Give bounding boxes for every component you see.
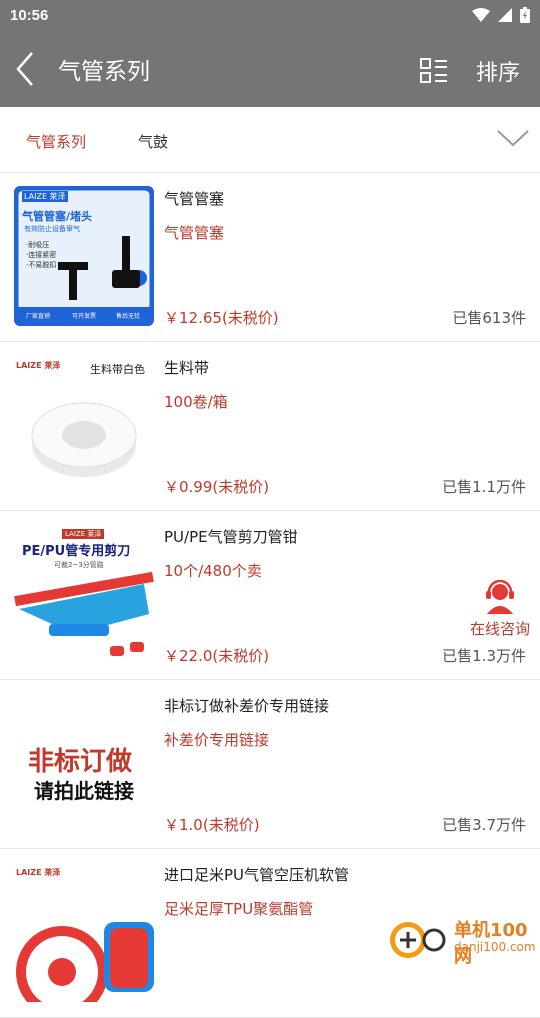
thumb-line1: 非标订做 [28, 747, 133, 777]
product-list: LAIZE 莱泽 气管管塞/堵头 有效防止设备窜气 ·耐吸压 ·连接紧密 ·不易… [0, 173, 540, 1018]
thumb-caption: 可裁2~3分管路 [54, 561, 104, 569]
thumb-badge: 可开发票 [72, 313, 97, 320]
signal-icon [498, 8, 512, 22]
thumb-headline: PE/PU管专用剪刀 [22, 544, 131, 559]
product-thumbnail: LAIZE 莱泽 气管管塞/堵头 有效防止设备窜气 ·耐吸压 ·连接紧密 ·不易… [14, 186, 154, 326]
product-title: 生料带 [164, 359, 210, 377]
wifi-icon [472, 8, 490, 22]
thumb-badge: 售后无忧 [116, 313, 141, 320]
product-subtitle: 补差价专用链接 [164, 731, 270, 749]
product-thumbnail: LAIZE 莱泽 PE/PU管专用剪刀 可裁2~3分管路 [14, 524, 154, 664]
product-thumbnail: LAIZE 莱泽 [14, 862, 154, 1002]
tab-qigu[interactable]: 气鼓 [138, 131, 168, 152]
product-thumbnail: 非标订做 请拍此链接 [14, 693, 154, 833]
site-watermark: 单机100网 danji100.com [386, 912, 540, 967]
product-subtitle: 100卷/箱 [164, 393, 228, 411]
status-time: 10:56 [10, 6, 49, 24]
back-arrow-icon [16, 51, 33, 86]
product-sold-count: 已售3.7万件 [442, 816, 526, 834]
watermark-url: danji100.com [454, 940, 536, 954]
thumb-headline: 气管管塞/堵头 [22, 210, 93, 223]
product-item[interactable]: 非标订做 请拍此链接 非标订做补差价专用链接 补差价专用链接 ￥1.0(未税价)… [0, 680, 540, 849]
thumb-tagline: 有效防止设备窜气 [24, 225, 80, 233]
thumb-brand: LAIZE 莱泽 [22, 191, 68, 202]
product-price: ￥12.65(未税价) [164, 309, 279, 327]
app-bar: 气管系列 排序 [0, 30, 540, 107]
chevron-down-icon[interactable] [496, 127, 530, 149]
category-filter-bar: 气管系列 气鼓 [0, 107, 540, 173]
product-title: 进口足米PU气管空压机软管 [164, 866, 350, 884]
product-item[interactable]: LAIZE 莱泽 生料带白色 生料带 100卷/箱 ￥0.99(未税价) 已售1… [0, 342, 540, 511]
product-subtitle: 气管管塞 [164, 224, 225, 242]
product-title: PU/PE气管剪刀管钳 [164, 528, 298, 546]
online-consult-button[interactable]: 在线咨询 [470, 580, 530, 639]
online-consult-label: 在线咨询 [470, 620, 531, 638]
thumb-badge: 厂家直销 [26, 313, 51, 320]
customer-service-icon [486, 580, 514, 614]
thumb-line2: 请拍此链接 [34, 779, 134, 803]
page-title: 气管系列 [58, 58, 150, 85]
thumb-brand: LAIZE 莱泽 [16, 868, 61, 877]
thumb-caption: 生料带白色 [90, 363, 145, 376]
list-view-icon[interactable] [420, 58, 448, 84]
status-icons [472, 7, 530, 23]
tab-qiguan-series[interactable]: 气管系列 [26, 131, 86, 152]
product-sold-count: 已售1.3万件 [442, 647, 526, 665]
battery-icon [520, 7, 530, 23]
product-subtitle: 足米足厚TPU聚氨酯管 [164, 900, 314, 918]
thumb-feature: ·耐吸压 [26, 241, 50, 249]
product-sold-count: 已售1.1万件 [442, 478, 526, 496]
product-item[interactable]: LAIZE 莱泽 气管管塞/堵头 有效防止设备窜气 ·耐吸压 ·连接紧密 ·不易… [0, 173, 540, 342]
thumb-brand: LAIZE 莱泽 [16, 361, 61, 370]
back-button[interactable] [0, 30, 50, 107]
product-price: ￥1.0(未税价) [164, 816, 260, 834]
product-item[interactable]: LAIZE 莱泽 PE/PU管专用剪刀 可裁2~3分管路 PU/PE气管剪刀管钳… [0, 511, 540, 680]
sort-button[interactable]: 排序 [476, 55, 520, 87]
product-title: 气管管塞 [164, 190, 225, 208]
watermark-logo-icon [390, 922, 446, 958]
product-price: ￥0.99(未税价) [164, 478, 270, 496]
status-bar: 10:56 [0, 0, 540, 30]
product-subtitle: 10个/480个卖 [164, 562, 262, 580]
thumb-feature: ·不易脱扣 [26, 261, 57, 269]
thumb-brand: LAIZE 莱泽 [62, 529, 105, 539]
product-sold-count: 已售613件 [452, 309, 526, 327]
product-thumbnail: LAIZE 莱泽 生料带白色 [14, 355, 154, 495]
thumb-feature: ·连接紧密 [26, 251, 57, 259]
product-price: ￥22.0(未税价) [164, 647, 270, 665]
product-title: 非标订做补差价专用链接 [164, 697, 330, 715]
